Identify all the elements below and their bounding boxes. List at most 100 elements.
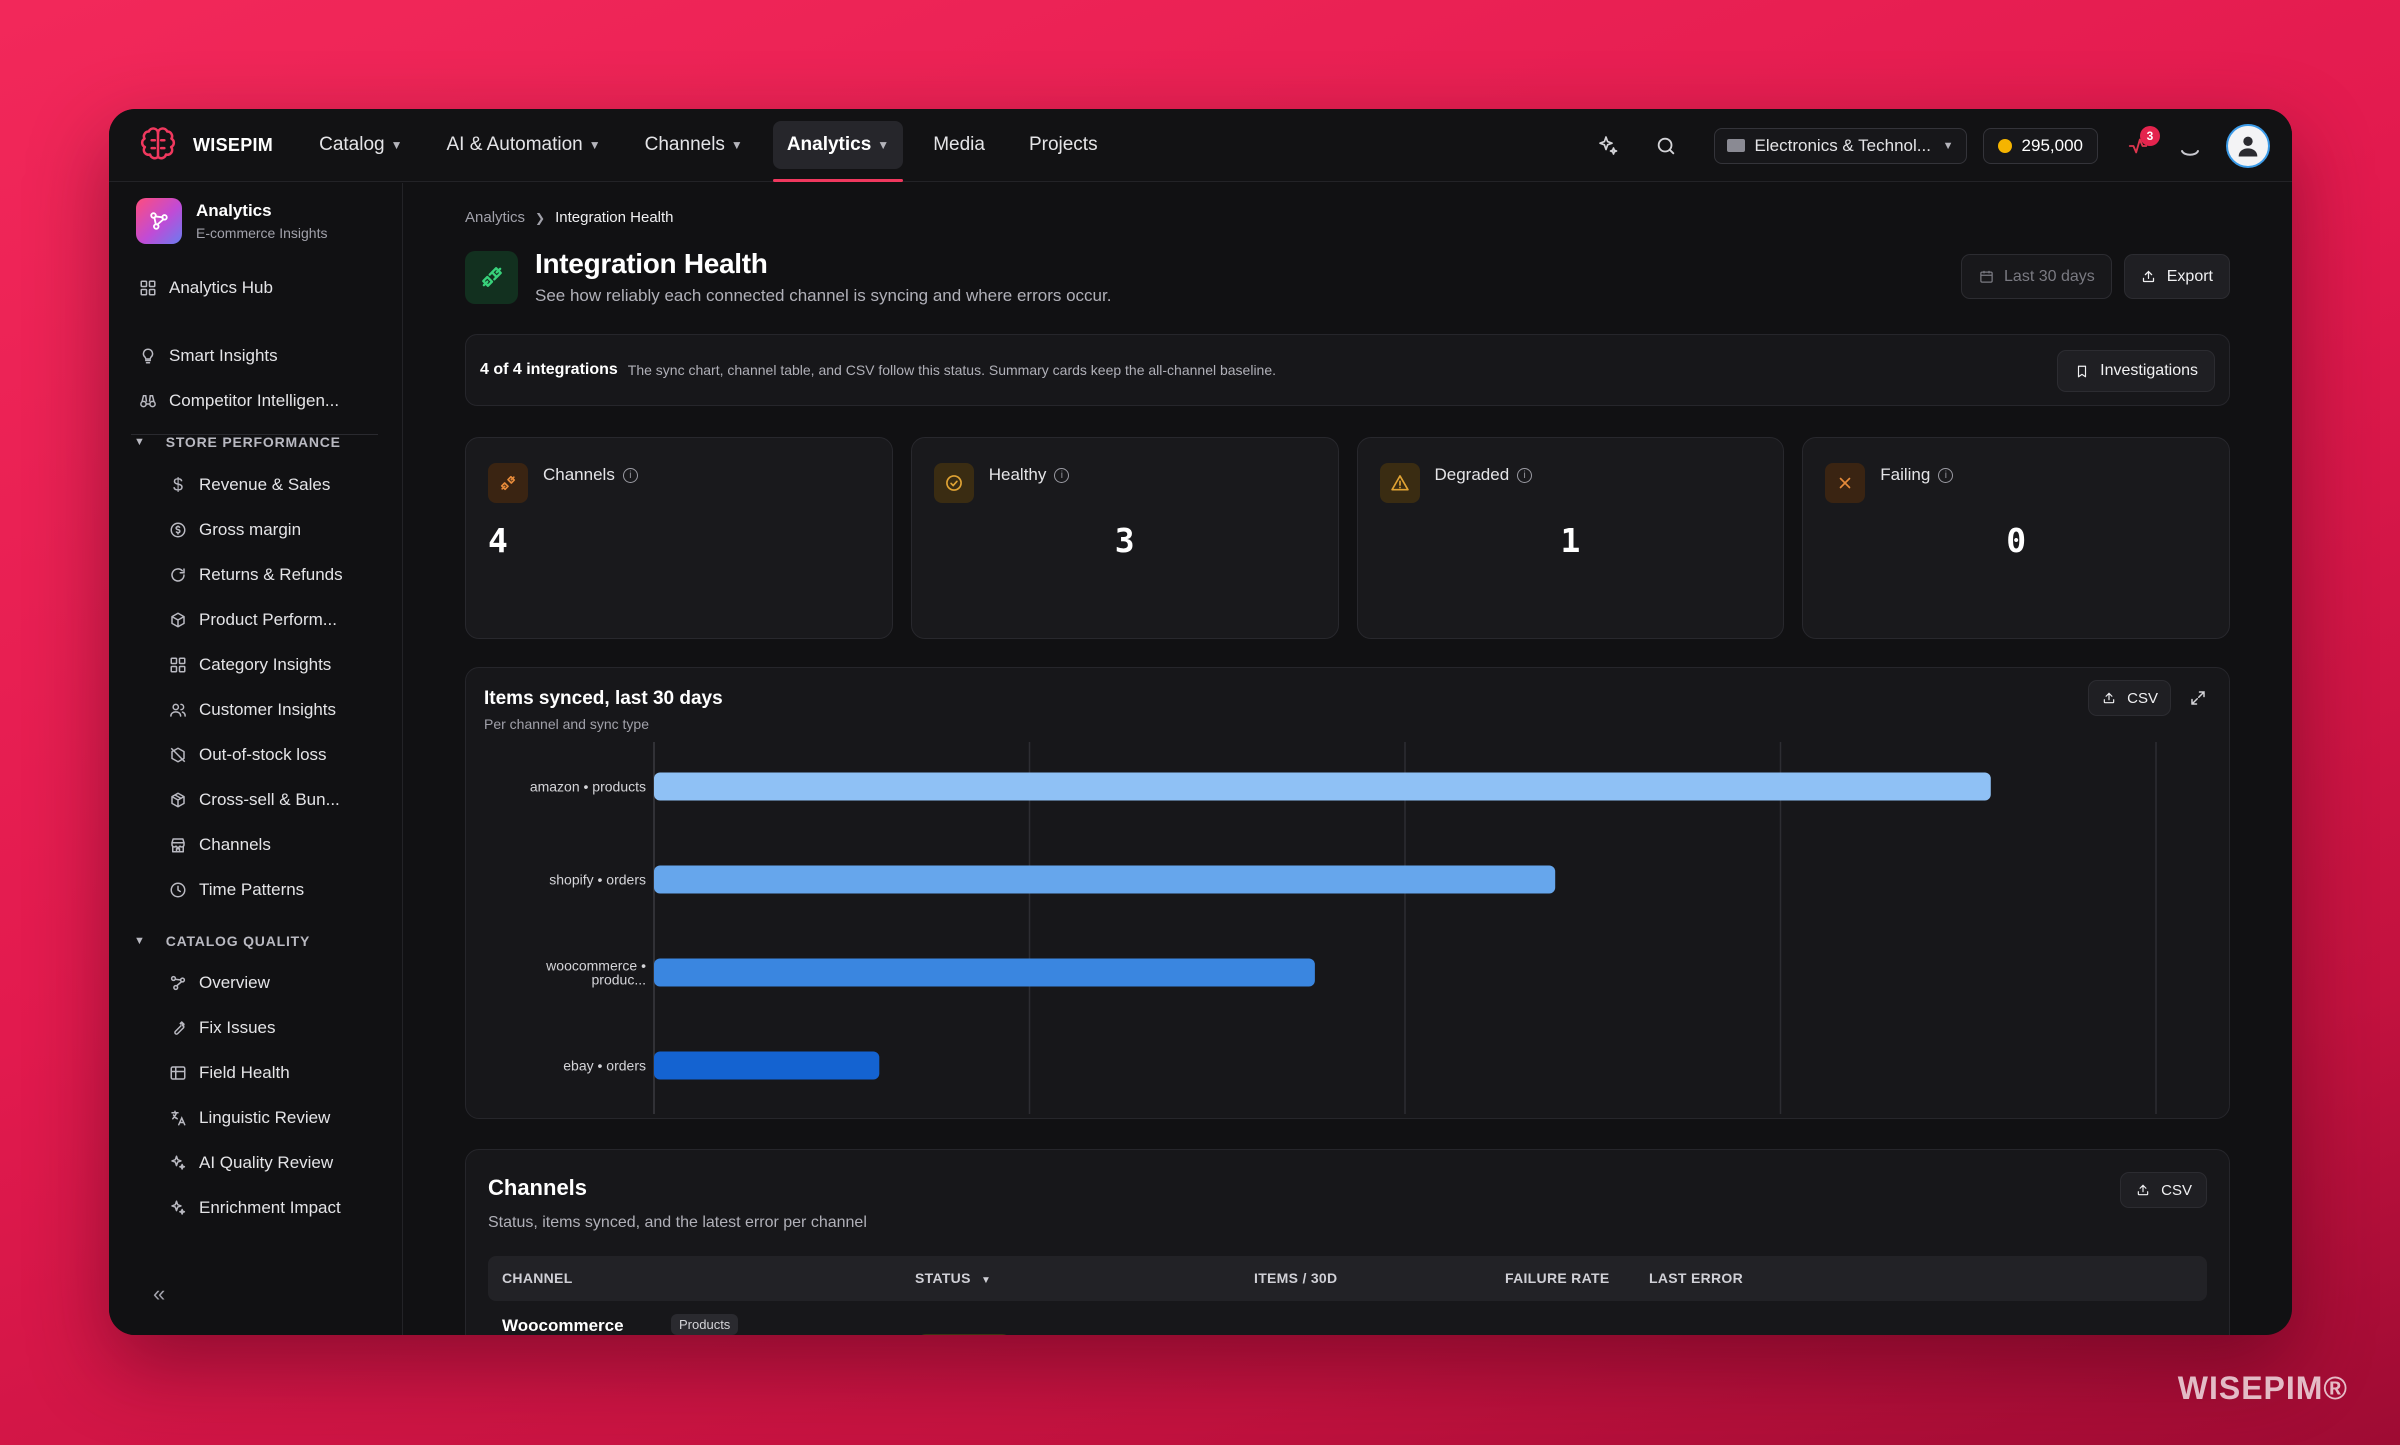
coin-icon: [1997, 138, 2012, 153]
page-title: Integration Health: [535, 248, 768, 279]
network-icon: [168, 973, 188, 993]
lightbulb-icon: [138, 346, 158, 366]
sidebar-item-competitor-intelligence[interactable]: Competitor Intelligen...: [138, 391, 339, 411]
sidebar: Analytics E-commerce Insights Analytics …: [109, 183, 403, 1335]
chevron-down-icon: ▼: [588, 138, 601, 152]
sidebar-item-ai-quality-review[interactable]: AI Quality Review: [168, 1153, 333, 1173]
sidebar-item-product-performance[interactable]: Product Perform...: [168, 610, 337, 630]
kpi-card-channels[interactable]: Channels i 4: [465, 437, 893, 639]
nav-catalog[interactable]: Catalog ▼: [305, 121, 416, 169]
wrench-icon: [168, 1018, 188, 1038]
items-synced-bar-chart: amazon • products shopify • orders woocomm…: [530, 742, 2157, 1114]
sidebar-item-cross-sell-bundles[interactable]: Cross-sell & Bun...: [168, 790, 340, 810]
column-header-items-30d[interactable]: ITEMS / 30D: [1254, 1256, 1337, 1301]
column-header-channel[interactable]: CHANNEL: [502, 1256, 573, 1301]
nav-projects[interactable]: Projects: [1015, 121, 1112, 169]
credits-balance[interactable]: 295,000: [1982, 127, 2098, 164]
sidebar-item-category-insights[interactable]: Category Insights: [168, 655, 331, 675]
table-csv-button[interactable]: CSV: [2120, 1172, 2207, 1208]
nav-channels[interactable]: Channels ▼: [631, 121, 757, 169]
sidebar-item-returns-refunds[interactable]: Returns & Refunds: [168, 565, 343, 585]
sync-type-tag: Products: [671, 1314, 739, 1335]
info-icon[interactable]: i: [1517, 467, 1533, 483]
sidebar-item-smart-insights[interactable]: Smart Insights: [138, 346, 278, 366]
user-icon: [2238, 136, 2258, 156]
section-catalog-quality[interactable]: ▼ CATALOG QUALITY: [134, 933, 310, 949]
sidebar-item-enrichment-impact[interactable]: Enrichment Impact: [168, 1198, 341, 1218]
brand-name[interactable]: WISEPIM: [193, 135, 273, 156]
loading-spinner-icon: [2176, 132, 2204, 160]
chart-bar[interactable]: [654, 865, 1556, 894]
info-icon[interactable]: i: [1054, 467, 1070, 483]
analytics-module-icon: [136, 198, 182, 244]
grid-icon: [138, 278, 158, 298]
upload-icon: [2141, 269, 2157, 285]
chevron-down-icon: ▼: [1942, 139, 1954, 152]
chart-bar[interactable]: [654, 1051, 880, 1080]
upload-icon: [2135, 1182, 2151, 1198]
chevron-down-icon: ▼: [134, 436, 146, 448]
breadcrumb-analytics[interactable]: Analytics: [465, 209, 525, 226]
channel-name: Woocommerce: [502, 1316, 624, 1335]
translate-icon: [168, 1108, 188, 1128]
main-content: Analytics ❯ Integration Health Integrati…: [404, 183, 2292, 1335]
channels-table-card: Channels Status, items synced, and the l…: [465, 1149, 2230, 1335]
investigations-button[interactable]: Investigations: [2057, 350, 2215, 392]
calendar-icon: [1978, 269, 1994, 285]
breadcrumb-current: Integration Health: [555, 209, 674, 226]
expand-icon[interactable]: [2185, 685, 2211, 711]
sidebar-item-channels[interactable]: Channels: [168, 835, 271, 855]
app-window: WISEPIM Catalog ▼ AI & Automation ▼ Channe…: [109, 109, 2292, 1335]
sidebar-item-overview[interactable]: Overview: [168, 973, 270, 993]
chart-bar[interactable]: [654, 772, 1991, 801]
ai-sparkle-button[interactable]: [1588, 126, 1628, 166]
notifications-button[interactable]: 3: [2122, 125, 2160, 162]
sparkles-icon: [168, 1153, 188, 1173]
search-button[interactable]: [1646, 126, 1686, 166]
sparkles-icon: [168, 1198, 188, 1218]
nav-analytics[interactable]: Analytics ▼: [772, 121, 904, 182]
nav-media[interactable]: Media: [919, 121, 999, 169]
sidebar-item-time-patterns[interactable]: Time Patterns: [168, 880, 304, 900]
export-button[interactable]: Export: [2123, 254, 2230, 299]
sidebar-item-analytics-hub[interactable]: Analytics Hub: [138, 278, 273, 298]
info-icon[interactable]: i: [1938, 467, 1954, 483]
user-avatar-button[interactable]: [2226, 123, 2270, 168]
brain-logo-icon[interactable]: [137, 124, 179, 166]
table-row[interactable]: Woocommerce Products: [488, 1310, 2207, 1335]
column-header-status[interactable]: STATUS ▼: [915, 1256, 991, 1301]
table-header: CHANNEL STATUS ▼ ITEMS / 30D FAILURE RAT…: [488, 1256, 2207, 1301]
column-header-failure-rate[interactable]: FAILURE RATE: [1505, 1256, 1609, 1301]
sidebar-header: Analytics E-commerce Insights: [136, 198, 327, 244]
date-range-button[interactable]: Last 30 days: [1961, 254, 2112, 299]
kpi-value: 0: [2006, 521, 2027, 560]
binoculars-icon: [138, 391, 158, 411]
kpi-card-healthy[interactable]: Healthy i 3: [910, 437, 1339, 639]
sidebar-item-linguistic-review[interactable]: Linguistic Review: [168, 1108, 330, 1128]
store-selector[interactable]: Electronics & Technol... ▼: [1713, 127, 1967, 164]
sidebar-item-fix-issues[interactable]: Fix Issues: [168, 1018, 276, 1038]
section-store-performance[interactable]: ▼ STORE PERFORMANCE: [134, 434, 341, 450]
bookmark-icon: [2074, 363, 2090, 379]
sidebar-item-revenue-sales[interactable]: $ Revenue & Sales: [168, 475, 330, 495]
check-circle-icon: [933, 463, 974, 503]
box-off-icon: [168, 745, 188, 765]
chart-bar[interactable]: [654, 958, 1315, 987]
sidebar-item-customer-insights[interactable]: Customer Insights: [168, 700, 336, 720]
store-icon: [168, 835, 188, 855]
kpi-card-failing[interactable]: Failing i 0: [1802, 437, 2230, 639]
column-header-last-error[interactable]: LAST ERROR: [1649, 1256, 1743, 1301]
chart-csv-button[interactable]: CSV: [2088, 680, 2171, 716]
store-flag-icon: [1726, 139, 1745, 152]
chart-category-label: amazon • products: [530, 779, 646, 795]
kpi-card-degraded[interactable]: Degraded i 1: [1356, 437, 1785, 639]
sidebar-item-out-of-stock-loss[interactable]: Out-of-stock loss: [168, 745, 327, 765]
integration-count: 4 of 4 integrations: [480, 361, 618, 378]
sidebar-item-field-health[interactable]: Field Health: [168, 1063, 290, 1083]
info-icon[interactable]: i: [622, 467, 638, 483]
box-icon: [168, 610, 188, 630]
sidebar-item-gross-margin[interactable]: Gross margin: [168, 520, 301, 540]
collapse-sidebar-button[interactable]: «: [153, 1281, 165, 1307]
nav-ai-automation[interactable]: AI & Automation ▼: [433, 121, 615, 169]
chevron-down-icon: ▼: [390, 138, 403, 152]
